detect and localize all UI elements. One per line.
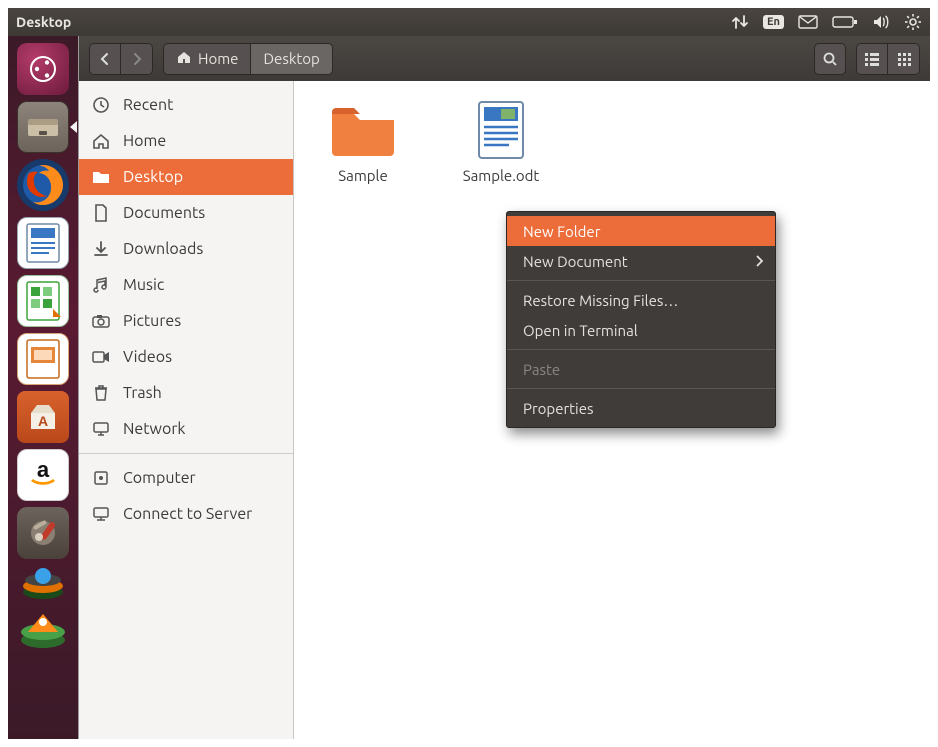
ctx-separator bbox=[507, 349, 775, 350]
ctx-properties[interactable]: Properties bbox=[507, 393, 775, 423]
ctx-new-folder[interactable]: New Folder bbox=[507, 216, 775, 246]
launcher-stack-2[interactable] bbox=[16, 608, 70, 652]
folder-icon bbox=[327, 99, 399, 161]
home-icon bbox=[91, 131, 111, 151]
svg-text:A: A bbox=[38, 413, 48, 429]
clock-icon bbox=[91, 95, 111, 115]
fm-toolbar: Home Desktop bbox=[79, 36, 930, 81]
ctx-separator bbox=[507, 388, 775, 389]
sidebar-item-trash[interactable]: Trash bbox=[79, 375, 293, 411]
nav-back-button[interactable] bbox=[89, 43, 121, 75]
launcher-writer[interactable] bbox=[16, 216, 70, 270]
launcher-dash[interactable] bbox=[16, 42, 70, 96]
odt-file-icon bbox=[465, 99, 537, 161]
sidebar-item-recent[interactable]: Recent bbox=[79, 87, 293, 123]
file-item-odt[interactable]: Sample.odt bbox=[456, 99, 546, 184]
sidebar-item-label: Computer bbox=[123, 469, 196, 487]
breadcrumb: Home Desktop bbox=[163, 43, 333, 75]
file-label: Sample bbox=[338, 167, 388, 184]
launcher-settings[interactable] bbox=[16, 506, 70, 560]
breadcrumb-home-label: Home bbox=[198, 50, 238, 67]
sidebar-item-label: Network bbox=[123, 420, 185, 438]
ctx-item-label: New Folder bbox=[523, 223, 600, 240]
video-icon bbox=[91, 347, 111, 367]
launcher-amazon[interactable]: a bbox=[16, 448, 70, 502]
view-list-button[interactable] bbox=[856, 43, 888, 75]
ctx-item-label: Open in Terminal bbox=[523, 322, 638, 339]
sidebar-item-label: Trash bbox=[123, 384, 162, 402]
ctx-paste: Paste bbox=[507, 354, 775, 384]
ctx-item-label: Properties bbox=[523, 400, 594, 417]
launcher-firefox[interactable] bbox=[16, 158, 70, 212]
home-icon bbox=[176, 49, 192, 68]
sidebar-item-computer[interactable]: Computer bbox=[79, 460, 293, 496]
mail-icon[interactable] bbox=[798, 15, 818, 29]
sidebar-item-label: Pictures bbox=[123, 312, 181, 330]
sidebar-item-downloads[interactable]: Downloads bbox=[79, 231, 293, 267]
chevron-right-icon bbox=[755, 253, 763, 270]
unity-launcher: A a bbox=[8, 36, 78, 739]
breadcrumb-desktop[interactable]: Desktop bbox=[251, 43, 332, 75]
sidebar-item-connect-server[interactable]: Connect to Server bbox=[79, 496, 293, 532]
keyboard-layout-indicator[interactable]: En bbox=[763, 15, 784, 29]
sidebar-item-label: Home bbox=[123, 132, 166, 150]
fm-sidebar: Recent Home Desktop Documents bbox=[79, 81, 294, 739]
file-item-folder[interactable]: Sample bbox=[318, 99, 408, 184]
breadcrumb-home[interactable]: Home bbox=[163, 43, 251, 75]
launcher-files[interactable] bbox=[16, 100, 70, 154]
ctx-item-label: New Document bbox=[523, 253, 628, 270]
ctx-restore-missing[interactable]: Restore Missing Files… bbox=[507, 285, 775, 315]
sidebar-item-documents[interactable]: Documents bbox=[79, 195, 293, 231]
gear-icon[interactable] bbox=[904, 13, 922, 31]
sidebar-item-label: Recent bbox=[123, 96, 173, 114]
sidebar-item-network[interactable]: Network bbox=[79, 411, 293, 447]
sidebar-item-desktop[interactable]: Desktop bbox=[79, 159, 293, 195]
document-icon bbox=[91, 203, 111, 223]
sidebar-item-label: Music bbox=[123, 276, 164, 294]
music-icon bbox=[91, 275, 111, 295]
folder-icon bbox=[91, 167, 111, 187]
svg-text:a: a bbox=[37, 457, 50, 482]
launcher-software[interactable]: A bbox=[16, 390, 70, 444]
sidebar-separator bbox=[79, 453, 293, 454]
sidebar-item-music[interactable]: Music bbox=[79, 267, 293, 303]
battery-icon[interactable] bbox=[832, 15, 858, 29]
trash-icon bbox=[91, 383, 111, 403]
network-updown-icon[interactable] bbox=[731, 14, 749, 30]
sidebar-item-label: Videos bbox=[123, 348, 172, 366]
nav-forward-button[interactable] bbox=[121, 43, 153, 75]
sidebar-item-label: Downloads bbox=[123, 240, 203, 258]
ctx-item-label: Restore Missing Files… bbox=[523, 292, 678, 309]
context-menu: New Folder New Document Restore Missing … bbox=[506, 211, 776, 428]
launcher-stack-1[interactable] bbox=[16, 564, 70, 604]
ctx-item-label: Paste bbox=[523, 361, 560, 378]
sidebar-item-label: Desktop bbox=[123, 168, 183, 186]
indicator-area: En bbox=[731, 13, 922, 31]
ctx-open-terminal[interactable]: Open in Terminal bbox=[507, 315, 775, 345]
file-manager: Home Desktop bbox=[78, 36, 930, 739]
ctx-new-document[interactable]: New Document bbox=[507, 246, 775, 276]
sidebar-item-label: Documents bbox=[123, 204, 205, 222]
computer-icon bbox=[91, 468, 111, 488]
launcher-calc[interactable] bbox=[16, 274, 70, 328]
ctx-separator bbox=[507, 280, 775, 281]
window-title: Desktop bbox=[16, 14, 71, 30]
sidebar-item-videos[interactable]: Videos bbox=[79, 339, 293, 375]
server-icon bbox=[91, 504, 111, 524]
top-menubar: Desktop En bbox=[8, 8, 930, 36]
download-icon bbox=[91, 239, 111, 259]
camera-icon bbox=[91, 311, 111, 331]
volume-icon[interactable] bbox=[872, 14, 890, 30]
sidebar-item-label: Connect to Server bbox=[123, 505, 252, 523]
search-button[interactable] bbox=[814, 43, 846, 75]
sidebar-item-home[interactable]: Home bbox=[79, 123, 293, 159]
view-grid-button[interactable] bbox=[888, 43, 920, 75]
network-icon bbox=[91, 419, 111, 439]
breadcrumb-desktop-label: Desktop bbox=[263, 50, 319, 67]
launcher-impress[interactable] bbox=[16, 332, 70, 386]
file-label: Sample.odt bbox=[463, 167, 540, 184]
sidebar-item-pictures[interactable]: Pictures bbox=[79, 303, 293, 339]
